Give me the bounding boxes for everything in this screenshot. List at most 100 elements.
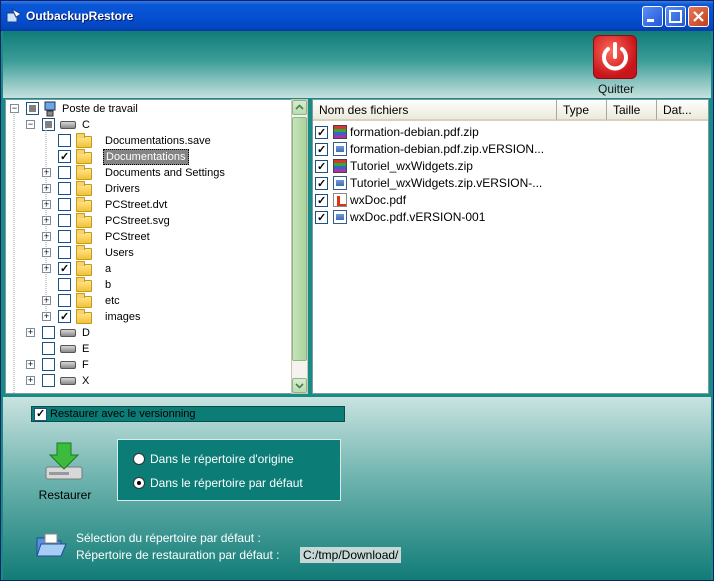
file-name: Tutoriel_wxWidgets.zip.vERSION-... — [350, 176, 543, 190]
restore-dir-value[interactable]: C:/tmp/Download/ — [300, 547, 402, 563]
folder-icon — [76, 261, 92, 276]
download-icon — [45, 442, 83, 480]
expand-icon[interactable]: + — [26, 376, 35, 385]
folder-icon — [76, 277, 92, 292]
selection-label: Sélection du répertoire par défaut : — [76, 531, 261, 545]
app-window: OutbackupRestore Quitter − Poste de trav… — [0, 0, 714, 581]
tree-checkbox[interactable] — [42, 326, 55, 339]
document-icon — [333, 142, 347, 156]
open-folder-icon[interactable] — [35, 532, 67, 558]
tree-checkbox[interactable] — [26, 102, 39, 115]
column-type[interactable]: Type — [557, 100, 607, 121]
tree-checkbox[interactable] — [58, 166, 71, 179]
tree-checkbox[interactable] — [58, 246, 71, 259]
file-name: wxDoc.pdf.vERSION-001 — [350, 210, 486, 224]
tree-checkbox[interactable] — [58, 214, 71, 227]
close-button[interactable] — [688, 6, 709, 27]
tree-scrollbar[interactable] — [291, 99, 308, 394]
versioning-label: Restaurer avec le versionning — [50, 408, 196, 420]
expand-icon[interactable]: + — [42, 168, 51, 177]
file-name: wxDoc.pdf — [350, 193, 407, 207]
collapse-icon[interactable]: − — [10, 104, 19, 113]
file-list[interactable]: Nom des fichiers Type Taille Dat... form… — [312, 99, 709, 394]
file-checkbox[interactable] — [315, 125, 328, 142]
folder-icon — [76, 181, 92, 196]
tree-checkbox[interactable] — [58, 294, 71, 307]
folder-tree[interactable]: − Poste de travail − C Documentations.sa… — [5, 99, 292, 394]
minimize-icon — [647, 19, 654, 22]
folder-icon — [76, 213, 92, 228]
expand-icon[interactable]: + — [42, 200, 51, 209]
tree-checkbox[interactable] — [42, 374, 55, 387]
file-checkbox[interactable] — [315, 159, 328, 176]
radio-origin-label[interactable]: Dans le répertoire d'origine — [150, 452, 294, 466]
scroll-thumb[interactable] — [292, 117, 307, 361]
expand-icon[interactable]: + — [42, 216, 51, 225]
tree-folder-label: PCStreet.svg — [105, 215, 170, 227]
scroll-up-arrow[interactable] — [292, 100, 307, 115]
app-icon — [6, 8, 22, 23]
tree-checkbox[interactable] — [58, 134, 71, 147]
file-checkbox[interactable] — [315, 193, 328, 210]
file-checkbox[interactable] — [315, 176, 328, 193]
drive-label: C — [82, 119, 90, 131]
tree-folder-label: Documentations.save — [105, 135, 211, 147]
folder-icon — [76, 197, 92, 212]
collapse-icon[interactable]: − — [26, 120, 35, 129]
file-name: Tutoriel_wxWidgets.zip — [350, 159, 473, 173]
expand-icon[interactable]: + — [26, 360, 35, 369]
document-icon — [333, 176, 347, 190]
scroll-down-arrow[interactable] — [292, 378, 307, 393]
drive-icon — [60, 345, 76, 353]
power-icon — [593, 35, 637, 79]
tree-checkbox[interactable] — [42, 342, 55, 355]
versioning-checkbox[interactable] — [34, 407, 47, 421]
drive-label: F — [82, 359, 89, 371]
drive-icon — [60, 121, 76, 129]
folder-icon — [76, 149, 92, 164]
expand-icon[interactable]: + — [42, 312, 51, 321]
expand-icon[interactable]: + — [26, 328, 35, 337]
versioning-option[interactable]: Restaurer avec le versionning — [31, 406, 345, 422]
radio-default[interactable] — [133, 477, 145, 489]
tree-folder-label: PCStreet.dvt — [105, 199, 168, 211]
tree-folder-label: Drivers — [105, 183, 140, 195]
tree-checkbox[interactable] — [58, 198, 71, 211]
file-checkbox[interactable] — [315, 210, 328, 227]
file-name: formation-debian.pdf.zip — [350, 125, 479, 139]
tree-checkbox[interactable] — [58, 278, 71, 291]
expand-icon[interactable]: + — [42, 296, 51, 305]
maximize-button[interactable] — [665, 6, 686, 27]
tree-checkbox[interactable] — [42, 358, 55, 371]
column-size[interactable]: Taille — [607, 100, 657, 121]
maximize-icon — [669, 10, 682, 23]
restore-button[interactable]: Restaurer — [34, 438, 96, 506]
expand-icon[interactable]: + — [42, 248, 51, 257]
radio-default-label[interactable]: Dans le répertoire par défaut — [150, 476, 303, 490]
tree-checkbox[interactable] — [58, 149, 71, 165]
folder-icon — [76, 165, 92, 180]
radio-origin[interactable] — [133, 453, 145, 465]
tree-checkbox[interactable] — [58, 261, 71, 277]
file-name: formation-debian.pdf.zip.vERSION... — [350, 142, 545, 156]
chevron-down-icon — [295, 383, 304, 389]
tree-checkbox[interactable] — [58, 182, 71, 195]
folder-icon — [76, 229, 92, 244]
tree-checkbox[interactable] — [58, 309, 71, 325]
expand-icon[interactable]: + — [42, 184, 51, 193]
tree-checkbox[interactable] — [42, 118, 55, 131]
file-checkbox[interactable] — [315, 142, 328, 159]
window-title: OutbackupRestore — [26, 9, 134, 23]
drive-icon — [60, 361, 76, 369]
column-name[interactable]: Nom des fichiers — [313, 100, 557, 121]
restore-destination-group: Dans le répertoire d'origine Dans le rép… — [117, 439, 341, 501]
quit-button[interactable]: Quitter — [591, 33, 641, 97]
expand-icon[interactable]: + — [42, 232, 51, 241]
tree-checkbox[interactable] — [58, 230, 71, 243]
drive-label: D — [82, 327, 90, 339]
minimize-button[interactable] — [642, 6, 663, 27]
title-bar[interactable]: OutbackupRestore — [1, 1, 713, 31]
expand-icon[interactable]: + — [42, 264, 51, 273]
column-date[interactable]: Dat... — [657, 100, 708, 121]
drive-icon — [60, 329, 76, 337]
